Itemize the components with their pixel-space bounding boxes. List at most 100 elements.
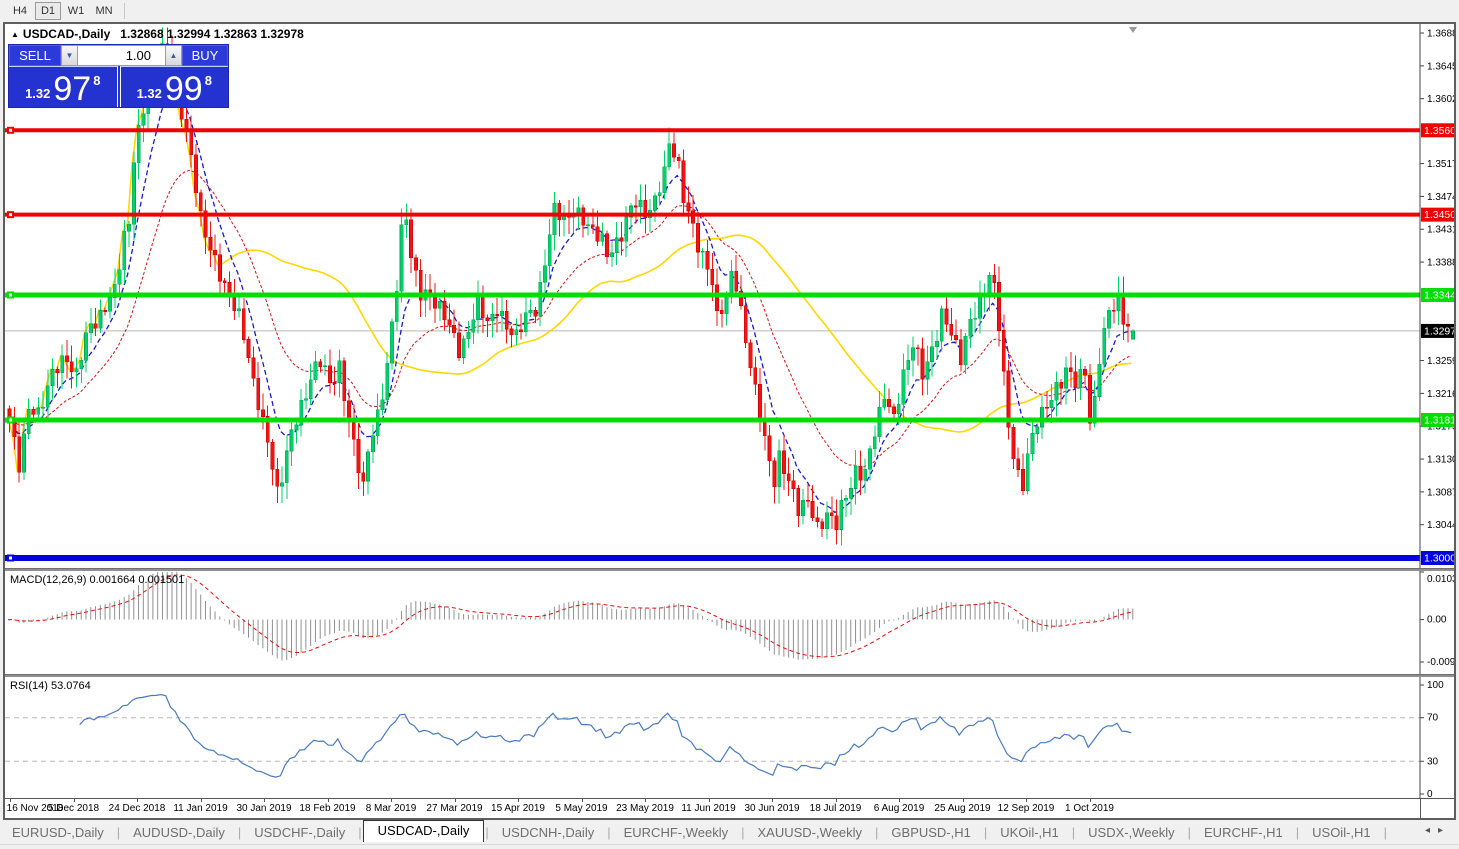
- volume-input[interactable]: [78, 45, 165, 66]
- macd-indicator-label: MACD(12,26,9) 0.001664 0.001501: [10, 574, 184, 586]
- svg-text:1.36020: 1.36020: [1427, 94, 1454, 105]
- sell-price-display: 1.32 97 8: [9, 66, 118, 107]
- chart-tab-eurusd-daily[interactable]: EURUSD-,Daily: [0, 823, 116, 842]
- svg-text:1.30004: 1.30004: [1424, 553, 1454, 565]
- svg-text:1.33449: 1.33449: [1424, 289, 1454, 301]
- collapse-triangle-icon[interactable]: ▲: [11, 30, 19, 39]
- scroll-left-icon: ◂: [1425, 825, 1438, 836]
- svg-text:1.32590: 1.32590: [1427, 356, 1454, 367]
- time-axis-label: 25 Aug 2019: [934, 803, 990, 814]
- chart-title: USDCAD-,Daily: [23, 27, 110, 41]
- chart-window: 1.36880 1.36450 1.36020 1.35170 1.34740 1.343…: [3, 22, 1456, 820]
- time-axis-label: 5 May 2019: [555, 803, 607, 814]
- time-axis-tick: [455, 799, 456, 802]
- svg-text:1.34310: 1.34310: [1427, 225, 1454, 236]
- macd-panel-canvas[interactable]: 0.0103110.00-0.00920: [5, 571, 1454, 674]
- time-axis-label: 27 Mar 2019: [426, 803, 482, 814]
- time-axis-tick: [899, 799, 900, 802]
- status-strip: [0, 844, 1459, 849]
- chart-tab-audusd-daily[interactable]: AUDUSD-,Daily: [121, 823, 237, 842]
- chart-tab-usdchf-daily[interactable]: USDCHF-,Daily: [242, 823, 357, 842]
- tab-scroll-arrows[interactable]: ◂▸: [1425, 825, 1451, 836]
- sell-price-prefix: 1.32: [25, 86, 50, 101]
- time-axis-label: 23 May 2019: [616, 803, 674, 814]
- time-axis-label: 11 Jun 2019: [681, 803, 735, 814]
- time-axis-tick: [391, 799, 392, 802]
- time-axis-label: 24 Dec 2018: [109, 803, 166, 814]
- time-axis-label: 8 Mar 2019: [366, 803, 417, 814]
- time-axis-tick: [264, 799, 265, 802]
- volume-decrease-button[interactable]: ▼: [61, 45, 78, 66]
- svg-text:1.35606: 1.35606: [1424, 125, 1454, 137]
- volume-stepper: ▼ ▲: [61, 45, 182, 66]
- timeframe-button-d1[interactable]: D1: [35, 2, 61, 20]
- chart-tab-usdcad-daily[interactable]: USDCAD-,Daily: [363, 820, 485, 842]
- time-axis-tick: [836, 799, 837, 802]
- svg-text:1.32160: 1.32160: [1427, 389, 1454, 400]
- svg-text:1.32978: 1.32978: [1424, 325, 1454, 337]
- chart-tab-usdcnh-daily[interactable]: USDCNH-,Daily: [490, 823, 606, 842]
- chart-tab-gbpusd-h1[interactable]: GBPUSD-,H1: [879, 823, 982, 842]
- svg-text:30: 30: [1427, 756, 1439, 767]
- time-axis-tick: [328, 799, 329, 802]
- volume-increase-button[interactable]: ▲: [165, 45, 182, 66]
- time-axis-tick: [709, 799, 710, 802]
- time-axis-label: 1 Oct 2019: [1065, 803, 1114, 814]
- scroll-right-icon: ▸: [1438, 825, 1451, 836]
- time-axis-tick: [74, 799, 75, 802]
- time-axis-tick: [1026, 799, 1027, 802]
- sell-price-main: 97: [53, 74, 91, 104]
- svg-text:1.30440: 1.30440: [1427, 520, 1454, 531]
- one-click-trading-panel: SELL ▼ ▲ BUY 1.32 97 8 1.32 99 8: [8, 44, 229, 108]
- buy-price-prefix: 1.32: [137, 86, 162, 101]
- svg-text:1.34740: 1.34740: [1427, 192, 1454, 203]
- toolbar-separator: [124, 3, 125, 19]
- chevron-down-icon: ▼: [66, 51, 74, 60]
- svg-text:0.00: 0.00: [1427, 615, 1447, 626]
- chart-tab-xauusd-weekly[interactable]: XAUUSD-,Weekly: [746, 823, 875, 842]
- svg-text:1.33880: 1.33880: [1427, 258, 1454, 269]
- time-axis-label: 30 Jan 2019: [236, 803, 291, 814]
- svg-text:1.35170: 1.35170: [1427, 159, 1454, 170]
- chart-ohlc-values: 1.32868 1.32994 1.32863 1.32978: [120, 27, 304, 41]
- svg-text:1.31812: 1.31812: [1424, 414, 1454, 426]
- svg-text:1.30870: 1.30870: [1427, 487, 1454, 498]
- svg-text:70: 70: [1427, 713, 1439, 724]
- time-axis-tick: [518, 799, 519, 802]
- buy-price-main: 99: [165, 74, 203, 104]
- time-axis: 16 Nov 20185 Dec 201824 Dec 201811 Jan 2…: [5, 798, 1454, 818]
- sell-button[interactable]: SELL: [9, 45, 61, 66]
- time-axis-label: 18 Jul 2019: [810, 803, 862, 814]
- chevron-up-icon: ▲: [170, 51, 178, 60]
- svg-text:100: 100: [1427, 680, 1444, 691]
- time-axis-label: 18 Feb 2019: [299, 803, 355, 814]
- svg-text:1.34501: 1.34501: [1424, 209, 1454, 221]
- svg-text:0: 0: [1427, 789, 1433, 798]
- buy-button[interactable]: BUY: [182, 45, 228, 66]
- chart-tab-eurchf-weekly[interactable]: EURCHF-,Weekly: [612, 823, 741, 842]
- svg-text:1.31300: 1.31300: [1427, 455, 1454, 466]
- chart-tab-bar: EURUSD-,Daily|AUDUSD-,Daily|USDCHF-,Dail…: [0, 820, 1459, 844]
- chart-tab-eurchf-h1[interactable]: EURCHF-,H1: [1192, 823, 1295, 842]
- time-axis-tick: [963, 799, 964, 802]
- timeframe-button-w1[interactable]: W1: [63, 2, 89, 20]
- axis-separator: [1420, 799, 1421, 819]
- svg-text:1.36880: 1.36880: [1427, 29, 1454, 40]
- timeframe-toolbar: H4D1W1MN: [0, 0, 1459, 22]
- chart-tab-usoil-h1[interactable]: USOil-,H1: [1300, 823, 1383, 842]
- time-axis-label: 15 Apr 2019: [491, 803, 545, 814]
- time-axis-tick: [645, 799, 646, 802]
- svg-text:0.010311: 0.010311: [1427, 574, 1454, 585]
- time-axis-tick: [10, 799, 11, 802]
- time-axis-tick: [1090, 799, 1091, 802]
- timeframe-button-mn[interactable]: MN: [91, 2, 117, 20]
- time-axis-label: 11 Jan 2019: [173, 803, 227, 814]
- buy-price-pipette: 8: [205, 73, 212, 88]
- chart-tab-ukoil-h1[interactable]: UKOil-,H1: [988, 823, 1071, 842]
- time-axis-tick: [201, 799, 202, 802]
- time-axis-tick: [772, 799, 773, 802]
- svg-text:1.36450: 1.36450: [1427, 61, 1454, 72]
- timeframe-button-h4[interactable]: H4: [7, 2, 33, 20]
- rsi-panel-canvas[interactable]: 100 70 30 0: [5, 677, 1454, 798]
- chart-tab-usdx-weekly[interactable]: USDX-,Weekly: [1076, 823, 1186, 842]
